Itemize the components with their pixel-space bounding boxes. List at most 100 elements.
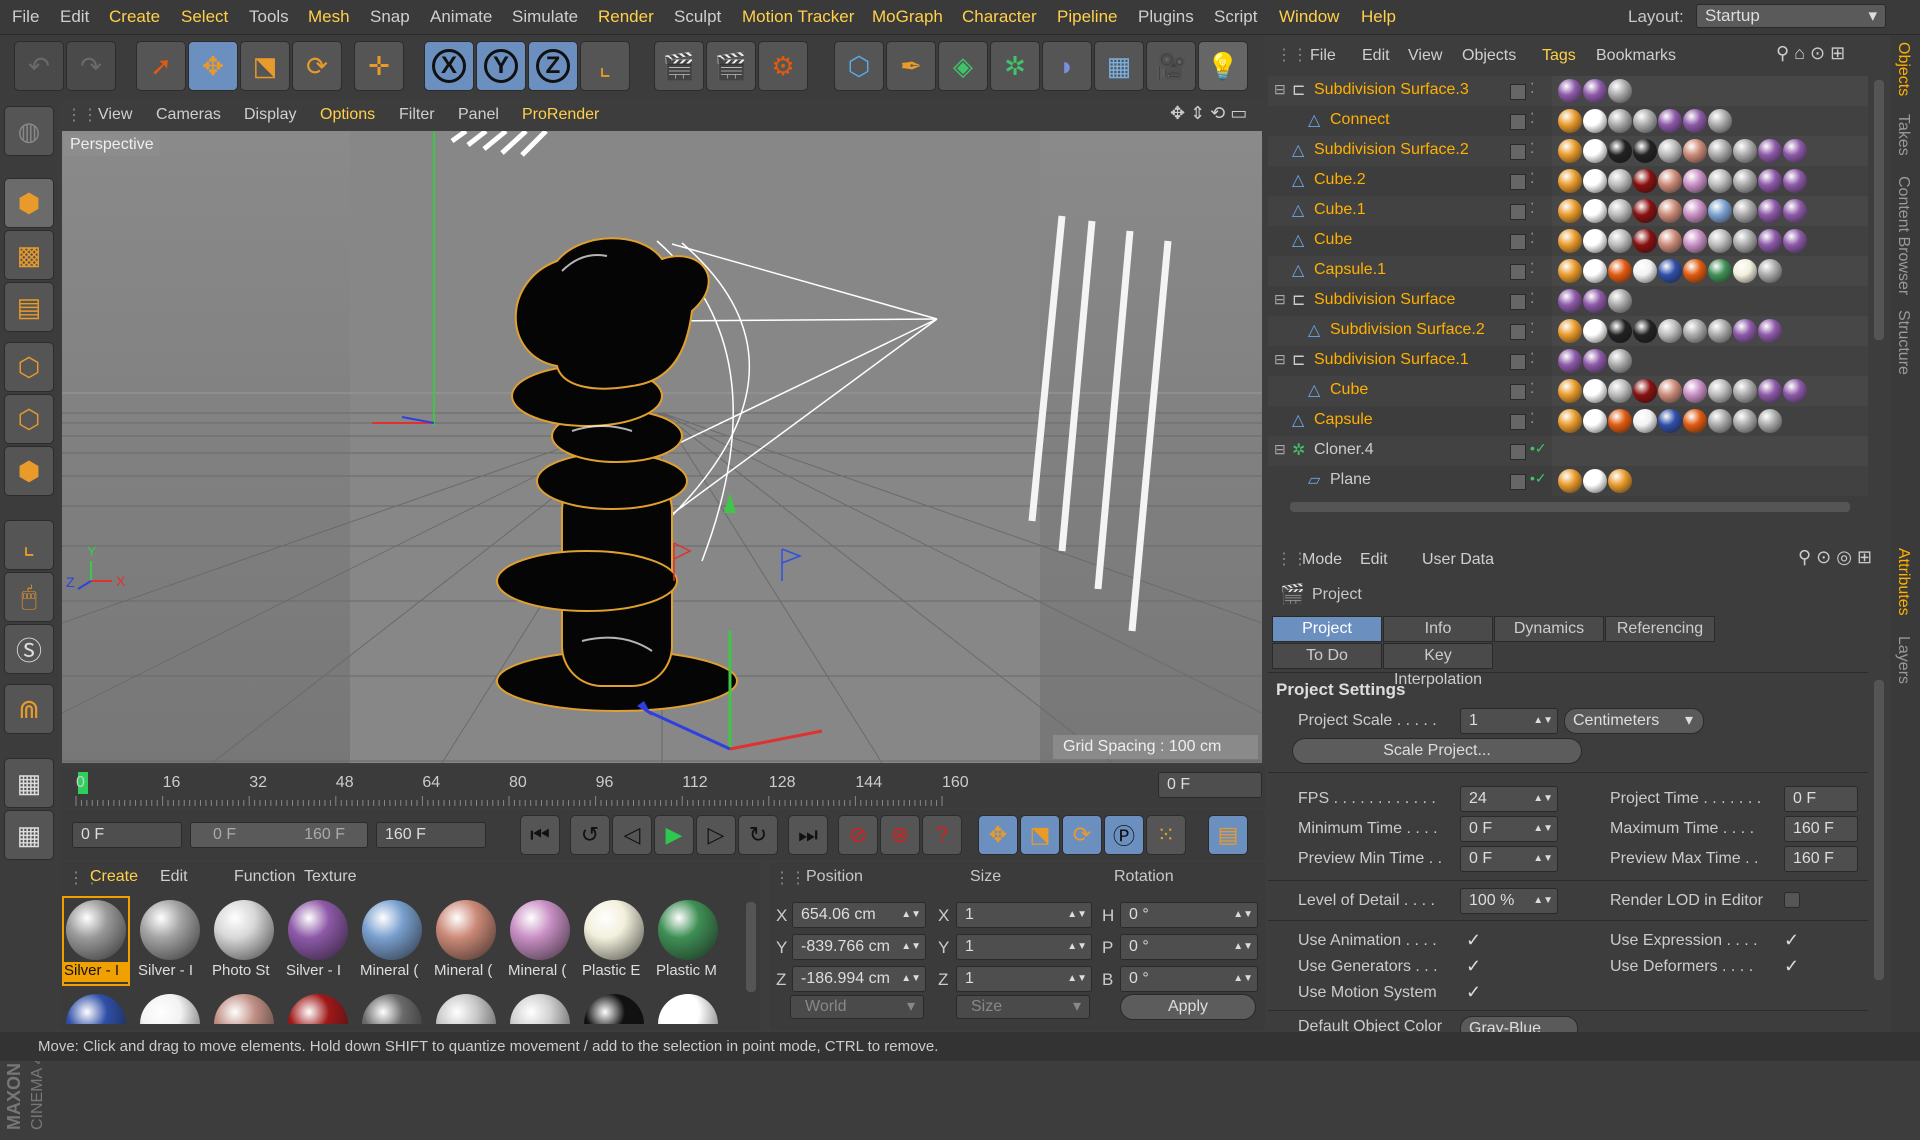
- material-tag-icon[interactable]: [1608, 109, 1632, 133]
- x-axis-lock-button[interactable]: X: [424, 41, 474, 91]
- material-tag-icon[interactable]: [1758, 199, 1782, 223]
- object-menu-edit[interactable]: Edit: [1362, 47, 1390, 65]
- points-mode-button[interactable]: ⬡: [4, 342, 54, 392]
- prev-key-button[interactable]: ↺: [570, 815, 610, 855]
- preview-max-field[interactable]: 160 F: [1784, 846, 1858, 872]
- material-tag-icon[interactable]: [1608, 79, 1632, 103]
- y-axis-lock-button[interactable]: Y: [476, 41, 526, 91]
- material-preview-icon[interactable]: [510, 994, 570, 1024]
- menu-animate[interactable]: Animate: [430, 7, 492, 27]
- coordinate-system-button[interactable]: ⌞: [580, 41, 630, 91]
- object-menu-tags[interactable]: Tags: [1542, 47, 1576, 65]
- material-tag-icon[interactable]: [1683, 109, 1707, 133]
- visibility-toggle-icon[interactable]: [1510, 204, 1526, 220]
- material-tag-icon[interactable]: [1608, 319, 1632, 343]
- material-tag-icon[interactable]: [1558, 199, 1582, 223]
- material-tag-icon[interactable]: [1708, 409, 1732, 433]
- editor-render-dots-icon[interactable]: ⁚: [1530, 80, 1534, 97]
- object-row[interactable]: ⊟ ✲ Cloner.4 •✓: [1268, 436, 1868, 466]
- editor-render-dots-icon[interactable]: ⁚: [1530, 140, 1534, 157]
- material-tag-icon[interactable]: [1583, 169, 1607, 193]
- apply-button[interactable]: Apply: [1120, 994, 1256, 1020]
- viewport-menu-panel[interactable]: Panel: [458, 106, 499, 124]
- material-tag-icon[interactable]: [1683, 259, 1707, 283]
- material-tag-icon[interactable]: [1708, 259, 1732, 283]
- expand-toggle-icon[interactable]: ⊟: [1274, 81, 1286, 98]
- attribute-menu-mode[interactable]: Mode: [1302, 551, 1342, 569]
- editor-render-dots-icon[interactable]: ⁚: [1530, 410, 1534, 427]
- pen-spline-button[interactable]: ✒: [886, 41, 936, 91]
- material-tag-icon[interactable]: [1783, 379, 1807, 403]
- go-to-start-button[interactable]: ⏮: [520, 815, 560, 855]
- object-row[interactable]: △ Subdivision Surface.2 ⁚: [1268, 136, 1868, 166]
- material-tag-icon[interactable]: [1583, 199, 1607, 223]
- viewport-menu-view[interactable]: View: [98, 106, 132, 124]
- min-time-field[interactable]: 0 F ▲▼: [1460, 816, 1558, 842]
- material-tag-icon[interactable]: [1583, 79, 1607, 103]
- material-tag-icon[interactable]: [1583, 409, 1607, 433]
- material-tag-icon[interactable]: [1583, 319, 1607, 343]
- object-menu-objects[interactable]: Objects: [1462, 47, 1516, 65]
- tab-info[interactable]: Info: [1383, 616, 1493, 642]
- subdivision-surface-button[interactable]: ◈: [938, 41, 988, 91]
- material-swatch[interactable]: Photo St: [212, 898, 276, 984]
- visibility-toggle-icon[interactable]: [1510, 414, 1526, 430]
- object-row[interactable]: △ Cube.2 ⁚: [1268, 166, 1868, 196]
- material-tag-icon[interactable]: [1558, 259, 1582, 283]
- material-tag-icon[interactable]: [1608, 379, 1632, 403]
- max-time-field[interactable]: 160 F: [1784, 816, 1858, 842]
- material-tag-icon[interactable]: [1558, 109, 1582, 133]
- material-tag-icon[interactable]: [1608, 139, 1632, 163]
- side-tab-structure[interactable]: Structure: [1894, 310, 1912, 375]
- material-preview-icon[interactable]: [140, 994, 200, 1024]
- viewport-nav-icons[interactable]: ✥ ⇕ ⟲ ▭: [1170, 103, 1247, 124]
- material-tag-icon[interactable]: [1733, 379, 1757, 403]
- visibility-toggle-icon[interactable]: [1510, 324, 1526, 340]
- material-tag-icon[interactable]: [1633, 379, 1657, 403]
- visibility-toggle-icon[interactable]: [1510, 444, 1526, 460]
- visibility-toggle-icon[interactable]: [1510, 84, 1526, 100]
- attribute-menu-user-data[interactable]: User Data: [1422, 551, 1494, 569]
- object-row[interactable]: △ Cube ⁚: [1268, 376, 1868, 406]
- material-tag-icon[interactable]: [1633, 229, 1657, 253]
- camera-button[interactable]: 🎥: [1146, 41, 1196, 91]
- render-settings-button[interactable]: ⚙: [758, 41, 808, 91]
- material-menu-edit[interactable]: Edit: [160, 868, 188, 886]
- object-row[interactable]: △ Subdivision Surface.2 ⁚: [1268, 316, 1868, 346]
- material-tag-icon[interactable]: [1658, 379, 1682, 403]
- material-tag-icon[interactable]: [1608, 289, 1632, 313]
- visibility-toggle-icon[interactable]: [1510, 384, 1526, 400]
- material-tag-icon[interactable]: [1583, 469, 1607, 493]
- object-row[interactable]: ⊟ ⊏ Subdivision Surface.1 ⁚: [1268, 346, 1868, 376]
- material-tag-icon[interactable]: [1708, 169, 1732, 193]
- move-tool-button[interactable]: ✥: [188, 41, 238, 91]
- size-field[interactable]: 1 ▲▼: [956, 966, 1092, 992]
- rotate-tool-button[interactable]: ⟳: [292, 41, 342, 91]
- material-tag-icon[interactable]: [1733, 229, 1757, 253]
- use-animation-checkbox[interactable]: ✓: [1466, 931, 1482, 949]
- position-field[interactable]: 654.06 cm ▲▼: [792, 902, 926, 928]
- material-swatch[interactable]: Plastic E: [582, 898, 646, 984]
- texture-mode-button[interactable]: ▩: [4, 230, 54, 280]
- go-to-end-button[interactable]: ⏭: [788, 815, 828, 855]
- record-active-button[interactable]: ⊘: [838, 815, 878, 855]
- project-time-field[interactable]: 0 F: [1784, 786, 1858, 812]
- object-row[interactable]: ⊟ ⊏ Subdivision Surface.3 ⁚: [1268, 76, 1868, 106]
- material-preview-icon[interactable]: [214, 994, 274, 1024]
- editor-render-dots-icon[interactable]: ⁚: [1530, 350, 1534, 367]
- material-tag-icon[interactable]: [1608, 169, 1632, 193]
- material-tag-icon[interactable]: [1558, 409, 1582, 433]
- object-row[interactable]: △ Connect ⁚: [1268, 106, 1868, 136]
- workplane-mode-button[interactable]: ▤: [4, 282, 54, 332]
- material-tag-icon[interactable]: [1583, 349, 1607, 373]
- material-preview-icon[interactable]: [362, 994, 422, 1024]
- material-tag-icon[interactable]: [1758, 259, 1782, 283]
- position-field[interactable]: -839.766 cm ▲▼: [792, 934, 926, 960]
- material-tag-icon[interactable]: [1658, 109, 1682, 133]
- tweak-mode-button[interactable]: 🖱: [4, 572, 54, 622]
- material-scrollbar[interactable]: [746, 902, 756, 992]
- 3d-viewport[interactable]: Y X Z Perspective Grid Spacing : 100 cm: [62, 131, 1262, 763]
- material-menu-create[interactable]: Create: [90, 868, 138, 886]
- menu-select[interactable]: Select: [181, 7, 228, 27]
- use-motion-checkbox[interactable]: ✓: [1466, 983, 1482, 1001]
